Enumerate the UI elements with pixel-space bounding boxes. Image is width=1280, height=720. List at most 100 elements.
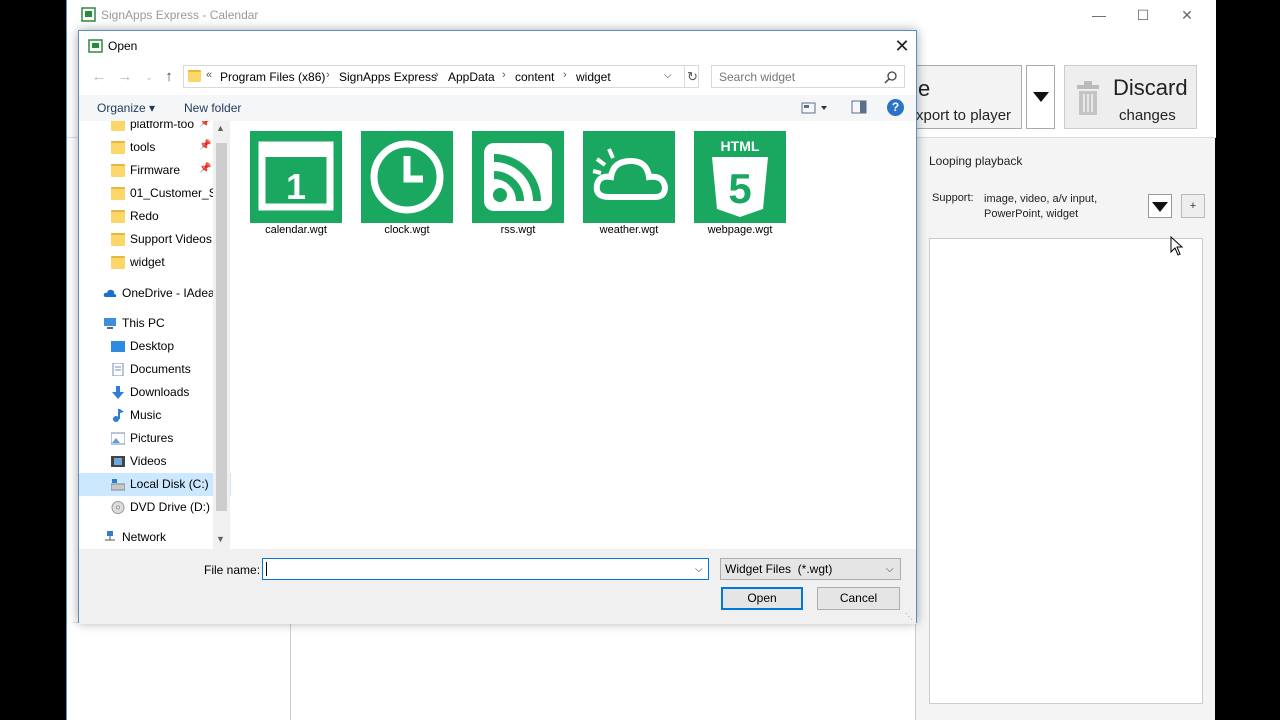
rss-icon (472, 131, 564, 223)
nav-item-customer[interactable]: 01_Customer_Se (79, 182, 231, 205)
chevron-right-icon[interactable]: › (563, 69, 567, 81)
nav-item-pictures[interactable]: Pictures (79, 427, 231, 450)
breadcrumb-item[interactable]: AppData (448, 70, 495, 84)
nav-item-this-pc[interactable]: This PC (79, 312, 231, 335)
export-to-player-button[interactable]: e xport to player (907, 65, 1022, 129)
computer-icon (104, 318, 116, 329)
navigation-scrollbar[interactable]: ▲ ▼ (213, 121, 230, 549)
breadcrumb-item[interactable]: widget (576, 70, 611, 84)
support-dropdown-button[interactable] (1148, 194, 1172, 218)
add-media-button[interactable]: + (1181, 194, 1205, 218)
pin-icon: 📌 (199, 163, 212, 174)
nav-item-tools[interactable]: tools 📌 (79, 136, 231, 159)
file-name-input[interactable]: ⌵ (262, 558, 709, 580)
network-icon (105, 531, 115, 541)
nav-item-desktop[interactable]: Desktop (79, 335, 231, 358)
navigation-pane[interactable]: platform-too 📌 tools 📌 Firmware 📌 01_Cus… (79, 121, 231, 549)
app-logo-icon (81, 7, 96, 22)
file-item-weather[interactable]: weather.wgt (579, 131, 679, 241)
dialog-title: Open (108, 39, 138, 53)
export-dropdown-button[interactable] (1026, 65, 1055, 129)
new-folder-button[interactable]: New folder (184, 101, 241, 115)
search-icon[interactable] (884, 70, 898, 84)
scroll-up-icon[interactable]: ▲ (216, 123, 225, 133)
file-type-select[interactable]: Widget Files (*.wgt) ⌵ (720, 558, 901, 580)
nav-item-label: platform-too (130, 121, 195, 131)
chevron-down-icon[interactable]: ⌵ (886, 564, 894, 575)
organize-button[interactable]: Organize ▾ (97, 101, 155, 115)
nav-item-network[interactable]: Network (79, 526, 231, 549)
chevron-right-icon[interactable]: › (502, 69, 506, 81)
nav-item-music[interactable]: Music (79, 404, 231, 427)
breadcrumb-overflow[interactable]: « (206, 69, 212, 81)
nav-item-redo[interactable]: Redo (79, 205, 231, 228)
nav-item-label: Network (122, 530, 167, 544)
file-list[interactable]: 1 calendar.wgt clock.wgt rss.wgt weather… (231, 121, 916, 549)
chevron-down-icon[interactable]: ⌵ (695, 564, 703, 575)
chevron-down-icon[interactable]: ⌵ (664, 70, 672, 81)
nav-item-onedrive[interactable]: OneDrive - IAdea (79, 282, 231, 305)
playlist-box[interactable] (929, 238, 1203, 704)
file-item-calendar[interactable]: 1 calendar.wgt (246, 131, 346, 241)
nav-item-local-disk[interactable]: Local Disk (C:) (79, 473, 231, 496)
download-icon (112, 386, 124, 399)
nav-item-dvd-drive[interactable]: DVD Drive (D:) M (79, 496, 231, 519)
file-item-clock[interactable]: clock.wgt (357, 131, 457, 241)
nav-item-widget[interactable]: widget (79, 251, 231, 274)
folder-icon (188, 70, 201, 82)
nav-item-platform-tools[interactable]: platform-too 📌 (79, 121, 231, 136)
nav-item-label: Firmware (130, 163, 180, 177)
address-bar[interactable]: « Program Files (x86) › SignApps Express… (183, 65, 699, 88)
resize-grip-icon[interactable]: ⋱ (905, 612, 915, 622)
dvd-icon (111, 501, 125, 514)
refresh-icon[interactable]: ↻ (684, 66, 700, 87)
search-input[interactable]: Search widget (711, 65, 905, 88)
folder-icon (111, 233, 125, 246)
scrollbar-thumb[interactable] (216, 143, 227, 511)
nav-item-documents[interactable]: Documents (79, 358, 231, 381)
chevron-right-icon[interactable]: › (326, 69, 330, 81)
svg-text:HTML: HTML (721, 138, 760, 154)
forward-arrow-icon[interactable]: → (115, 67, 135, 87)
nav-item-label: Music (130, 408, 162, 422)
pin-icon: 📌 (199, 121, 211, 128)
folder-icon (111, 141, 125, 154)
nav-item-downloads[interactable]: Downloads (79, 381, 231, 404)
clock-icon (361, 131, 453, 223)
file-item-webpage[interactable]: HTML 5 webpage.wgt (690, 131, 790, 241)
recent-locations-chevron-icon[interactable]: ⌄ (139, 67, 159, 87)
preview-pane-icon[interactable] (851, 100, 867, 114)
back-arrow-icon[interactable]: ← (89, 67, 109, 87)
open-button[interactable]: Open (721, 587, 803, 610)
triangle-down-icon (1152, 202, 1168, 212)
nav-item-label: Local Disk (C:) (130, 477, 209, 491)
up-arrow-icon[interactable]: ↑ (159, 67, 179, 87)
svg-text:5: 5 (728, 165, 751, 212)
change-view-icon[interactable] (801, 101, 829, 115)
breadcrumb-item[interactable]: SignApps Express (339, 70, 437, 84)
cancel-button[interactable]: Cancel (817, 587, 900, 610)
breadcrumb-item[interactable]: Program Files (x86) (220, 70, 325, 84)
scroll-down-icon[interactable]: ▼ (216, 534, 225, 544)
file-name: rss.wgt (500, 224, 536, 236)
trash-icon (1077, 81, 1099, 115)
nav-item-firmware[interactable]: Firmware 📌 (79, 159, 231, 182)
file-name: weather.wgt (599, 224, 659, 236)
breadcrumb-item[interactable]: content (515, 70, 554, 84)
nav-item-videos[interactable]: Videos (79, 450, 231, 473)
folder-icon (111, 121, 125, 131)
support-value: image, video, a/v input, PowerPoint, wid… (984, 193, 1098, 220)
close-icon[interactable]: ✕ (1165, 0, 1209, 30)
minimize-icon[interactable]: — (1077, 0, 1121, 30)
app-titlebar: SignApps Express - Calendar — ☐ ✕ (67, 0, 1216, 30)
chevron-right-icon[interactable]: › (435, 69, 439, 81)
discard-changes-button[interactable]: Discard changes (1064, 65, 1197, 129)
maximize-icon[interactable]: ☐ (1121, 0, 1165, 30)
file-item-rss[interactable]: rss.wgt (468, 131, 568, 241)
nav-item-label: widget (130, 255, 165, 269)
nav-item-support-videos[interactable]: Support Videos (79, 228, 231, 251)
discard-label: Discard (1113, 75, 1188, 100)
close-icon[interactable]: ✕ (891, 35, 913, 57)
help-icon[interactable]: ? (887, 99, 904, 116)
cloud-icon (103, 289, 117, 297)
